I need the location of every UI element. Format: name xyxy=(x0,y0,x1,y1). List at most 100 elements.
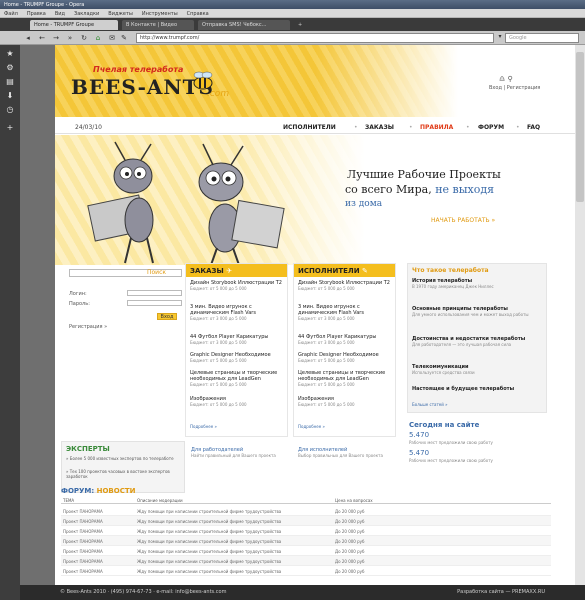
article-item[interactable]: История телеработы В 1970 году американец… xyxy=(412,278,544,289)
nav-separator: • xyxy=(466,124,470,131)
mail-icon[interactable]: ✉ xyxy=(108,34,116,42)
list-item[interactable]: Изображения Бюджет: от 5 000 до 5 000 xyxy=(190,396,286,408)
reload-icon[interactable]: ↻ xyxy=(80,34,88,42)
list-item[interactable]: Изображения Бюджет: от 5 000 до 5 000 xyxy=(298,396,394,408)
menu-bookmarks[interactable]: Закладки xyxy=(74,11,99,17)
list-item[interactable]: Graphic Designer Необходимое Бюджет: от 5… xyxy=(298,352,394,364)
password-field[interactable] xyxy=(127,300,182,306)
table-row[interactable]: Проект ПАНОРАМА Жду помощи при написании … xyxy=(61,536,551,546)
table-row[interactable]: Проект ПАНОРАМА Жду помощи при написании … xyxy=(61,506,551,516)
article-item[interactable]: Основные принципы телеработы Для умного и… xyxy=(412,306,544,317)
for-performers-block[interactable]: Для исполнителей Выбор правильных для Ва… xyxy=(298,447,398,458)
table-cell: До 20 000 руб xyxy=(335,559,365,564)
table-cell: До 20 000 руб xyxy=(335,549,365,554)
login-register-links[interactable]: Вход | Регистрация xyxy=(489,85,540,91)
menu-edit[interactable]: Правка xyxy=(27,11,46,17)
table-row[interactable]: Проект ПАНОРАМА Жду помощи при написании … xyxy=(61,516,551,526)
list-item[interactable]: 3 мин. Видео игрунок с динамическим Flas… xyxy=(298,304,394,322)
site-search-button[interactable]: Поиск xyxy=(147,269,166,276)
performers-more-link[interactable]: Подробнее » xyxy=(298,424,325,429)
list-item[interactable]: 44 Футбол Player Карикатуры Бюджет: от 3 … xyxy=(190,334,286,346)
article-item[interactable]: Телекоммуникации Используется средства св… xyxy=(412,364,544,375)
item-budget: Бюджет: от 5 000 до 5 000 xyxy=(298,382,355,387)
start-work-link[interactable]: НАЧАТЬ РАБОТАТЬ » xyxy=(431,217,495,224)
forum-title: ФОРУМ: НОВОСТИ xyxy=(61,487,136,495)
tab-sms[interactable]: Отправка SMS! Чебокс... xyxy=(198,20,290,30)
orders-more-link[interactable]: Подробнее » xyxy=(190,424,217,429)
login-field[interactable] xyxy=(127,290,182,296)
tab-label: Отправка SMS! Чебокс... xyxy=(202,22,267,28)
article-excerpt: Для умного использования чем и может вых… xyxy=(412,312,529,317)
table-row[interactable]: Проект ПАНОРАМА Жду помощи при написании … xyxy=(61,546,551,556)
nav-orders[interactable]: ЗАКАЗЫ xyxy=(365,124,394,131)
address-bar[interactable]: http://www.trumpf.com/ xyxy=(136,33,494,43)
list-item[interactable]: Дизайн Storybook Иллюстрации Т2 Бюджет: о… xyxy=(190,280,286,292)
settings-icon[interactable]: ⚙ xyxy=(5,63,15,73)
ants-illustration xyxy=(87,141,285,265)
performers-header[interactable]: ИСПОЛНИТЕЛИ ✎ xyxy=(294,264,395,277)
item-budget: Бюджет: от 5 000 до 5 000 xyxy=(190,286,247,291)
search-input[interactable]: Google xyxy=(505,33,579,43)
login-button[interactable]: Вход xyxy=(157,313,177,320)
table-cell: Проект ПАНОРАМА xyxy=(63,539,103,544)
current-date: 24/03/10 xyxy=(75,124,102,131)
side-panel: ★ ⚙ ▤ ⬇ ◷ + xyxy=(0,45,20,600)
util-icons[interactable]: ♎ ⚲ xyxy=(499,75,513,83)
orders-header[interactable]: ЗАКАЗЫ ✈ xyxy=(186,264,287,277)
table-cell: До 20 000 руб xyxy=(335,569,365,574)
stat-text: Рабочих мест предложили свою работу xyxy=(409,458,493,463)
menu-widgets[interactable]: Виджеты xyxy=(108,11,133,17)
back-icon[interactable]: ◂ xyxy=(24,34,32,42)
list-item[interactable]: 3 мин. Видео игрунок с динамическим Flas… xyxy=(190,304,286,322)
nav-separator: • xyxy=(354,124,358,131)
list-item[interactable]: Graphic Designer Необходимое Бюджет: от 5… xyxy=(190,352,286,364)
history-icon[interactable]: ◷ xyxy=(5,105,15,115)
add-panel-icon[interactable]: + xyxy=(5,123,15,133)
table-cell: Проект ПАНОРАМА xyxy=(63,559,103,564)
tab-trumpf[interactable]: Home - TRUMPF Groupe xyxy=(30,20,118,30)
menu-help[interactable]: Справка xyxy=(187,11,209,17)
item-budget: Бюджет: от 5 000 до 5 000 xyxy=(190,402,247,407)
nav-forum[interactable]: ФОРУМ xyxy=(478,124,504,131)
home-icon[interactable]: ⌂ xyxy=(94,34,102,42)
nav-faq[interactable]: FAQ xyxy=(527,124,540,131)
more-articles-link[interactable]: Больше статей » xyxy=(412,402,448,407)
for-employers-block[interactable]: Для работодателей Найти правильный для В… xyxy=(191,447,291,458)
col-header: ТЕМА xyxy=(63,498,75,503)
list-item[interactable]: Целевые страницы и творческие необходимы… xyxy=(298,370,394,388)
fast-forward-icon[interactable]: » xyxy=(66,34,74,42)
item-budget: Бюджет: от 3 000 до 5 000 xyxy=(190,316,247,321)
notes-icon[interactable]: ▤ xyxy=(5,77,15,87)
table-row[interactable]: Проект ПАНОРАМА Жду помощи при написании … xyxy=(61,526,551,536)
nav-separator: • xyxy=(516,124,520,131)
star-icon[interactable]: ★ xyxy=(5,49,15,59)
menu-file[interactable]: Файл xyxy=(4,11,18,17)
item-budget: Бюджет: от 5 000 до 5 000 xyxy=(298,286,355,291)
menu-tools[interactable]: Инструменты xyxy=(142,11,178,17)
item-budget: Бюджет: от 5 000 до 5 000 xyxy=(298,402,355,407)
dropdown-icon[interactable]: ▾ xyxy=(496,33,504,43)
tab-vkontakte[interactable]: В Контакте | Видео xyxy=(122,20,194,30)
table-row[interactable]: Проект ПАНОРАМА Жду помощи при написании … xyxy=(61,556,551,566)
col-header: Описание модерации xyxy=(137,498,183,503)
download-icon[interactable]: ⬇ xyxy=(5,91,15,101)
for-employers-text: Найти правильный для Вашего проекта xyxy=(191,453,276,458)
scrollbar-thumb[interactable] xyxy=(576,52,584,202)
hero-title-line2a: со всего Мира, xyxy=(345,183,436,196)
back-arrow-icon[interactable]: ← xyxy=(38,34,46,42)
forward-icon[interactable]: → xyxy=(52,34,60,42)
nav-performers[interactable]: ИСПОЛНИТЕЛИ xyxy=(283,124,336,131)
list-item[interactable]: 44 Футбол Player Карикатуры Бюджет: от 3 … xyxy=(298,334,394,346)
edit-icon[interactable]: ✎ xyxy=(120,34,128,42)
list-item[interactable]: Целевые страницы и творческие необходимы… xyxy=(190,370,286,388)
new-tab-button[interactable]: + xyxy=(294,20,304,30)
nav-rules[interactable]: ПРАВИЛА xyxy=(420,124,453,131)
table-row[interactable]: Проект ПАНОРАМА Жду помощи при написании … xyxy=(61,566,551,576)
menu-view[interactable]: Вид xyxy=(55,11,65,17)
table-cell: До 20 000 руб xyxy=(335,519,365,524)
register-link[interactable]: Регистрация » xyxy=(69,324,107,330)
article-item[interactable]: Достоинства и недостатки телеработы Для р… xyxy=(412,336,544,347)
hero-title-line3: из дома xyxy=(345,199,383,209)
list-item[interactable]: Дизайн Storybook Иллюстрации Т2 Бюджет: о… xyxy=(298,280,394,292)
article-item[interactable]: Настоящее и будущее телеработы xyxy=(412,386,544,392)
